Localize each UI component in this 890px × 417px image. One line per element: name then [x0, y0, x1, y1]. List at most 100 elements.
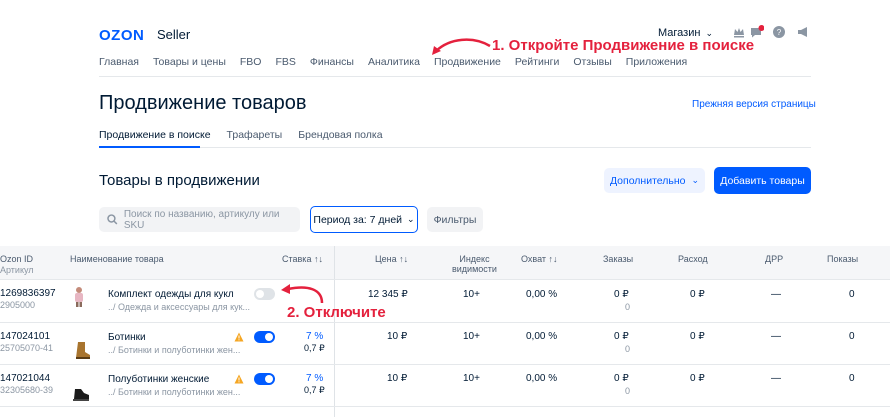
tabs: Продвижение в поиске Трафареты Брендовая… [99, 129, 383, 141]
nav-item-finance[interactable]: Финансы [310, 56, 354, 68]
megaphone-icon[interactable] [796, 25, 810, 39]
row-orders: 0 ₽ [614, 289, 629, 300]
product-thumbnail [75, 287, 83, 307]
row-shows: 0 [849, 373, 855, 384]
row-orders-count: 0 [625, 302, 631, 312]
row-price: 10 ₽ [387, 331, 408, 342]
row-reach: 0,00 % [526, 289, 558, 300]
nav-item-products[interactable]: Товары и цены [153, 56, 226, 68]
th-bid-label: Ставка [282, 254, 312, 264]
search-placeholder: Поиск по названию, артикулу или SKU [123, 208, 280, 231]
warning-icon[interactable] [234, 332, 244, 342]
tab-search-promotion[interactable]: Продвижение в поиске [99, 129, 211, 141]
row-reach: 0,00 % [526, 331, 558, 342]
row-bid-percent[interactable]: 7 % [306, 373, 323, 384]
row-bid-percent[interactable]: 7 % [306, 331, 323, 342]
th-name: Наименование товара [70, 254, 164, 264]
product-name[interactable]: Ботинки [108, 332, 146, 343]
tab-banners[interactable]: Трафареты [227, 129, 283, 141]
row-ozon-id: 147024101 [0, 331, 51, 342]
filters-button[interactable]: Фильтры [427, 207, 483, 232]
chevron-down-icon: ⌄ [407, 214, 415, 224]
row-expense: 0 ₽ [690, 373, 705, 384]
row-shows: 0 [849, 331, 855, 342]
svg-text:?: ? [777, 28, 782, 37]
column-separator [334, 246, 335, 417]
th-bid[interactable]: Ставка ↑↓ [282, 254, 323, 264]
section-title: Товары в продвижении [99, 172, 260, 189]
th-reach[interactable]: Охват ↑↓ [521, 254, 558, 264]
table-header: Ozon ID Артикул Наименование товара Став… [0, 246, 890, 279]
row-reach: 0,00 % [526, 373, 558, 384]
row-bid-rub: 0,7 ₽ [304, 385, 325, 395]
th-article: Артикул [0, 265, 34, 275]
row-visibility: 10+ [463, 373, 480, 384]
row-article: 25705070-41 [0, 343, 54, 353]
th-ozon-id: Ozon ID [0, 254, 34, 264]
nav-item-analytics[interactable]: Аналитика [368, 56, 420, 68]
row-ozon-id: 1269836397 [0, 288, 56, 299]
row-orders: 0 ₽ [614, 331, 629, 342]
prev-version-link[interactable]: Прежняя версия страницы [692, 99, 816, 110]
row-price: 12 345 ₽ [368, 289, 408, 300]
th-price[interactable]: Цена ↑↓ [375, 254, 408, 264]
th-visibility-line2: видимости [452, 264, 497, 274]
row-divider [0, 279, 890, 280]
th-drr: ДРР [765, 254, 784, 264]
annotation-arrow-2 [281, 284, 324, 304]
row-price: 10 ₽ [387, 373, 408, 384]
ozon-logo[interactable]: OZON [99, 27, 144, 44]
row-divider [0, 364, 890, 365]
page-title: Продвижение товаров [99, 92, 307, 114]
row-shows: 0 [849, 289, 855, 300]
row-ozon-id: 147021044 [0, 373, 51, 384]
product-name[interactable]: Полуботинки женские [108, 374, 209, 385]
active-tab-indicator [99, 146, 200, 148]
row-visibility: 10+ [463, 289, 480, 300]
annotation-step-1: 1. Откройте Продвижение в поиске [492, 37, 755, 54]
row-bid-rub: 0,7 ₽ [304, 343, 325, 353]
nav-item-ratings[interactable]: Рейтинги [515, 56, 559, 68]
main-nav: Главная Товары и цены FBO FBS Финансы Ан… [99, 56, 687, 68]
nav-item-reviews[interactable]: Отзывы [573, 56, 611, 68]
nav-item-apps[interactable]: Приложения [626, 56, 687, 68]
sort-icon: ↑↓ [313, 254, 323, 264]
th-visibility-line1: Индекс [459, 254, 490, 264]
row-drr: — [771, 331, 781, 342]
promotion-toggle[interactable] [254, 288, 275, 300]
th-price-label: Цена [375, 254, 397, 264]
nav-item-fbo[interactable]: FBO [240, 56, 262, 68]
row-drr: — [771, 289, 781, 300]
nav-item-fbs[interactable]: FBS [275, 56, 295, 68]
product-name[interactable]: Комплект одежды для кукл [108, 289, 234, 300]
row-orders-count: 0 [625, 386, 631, 396]
help-icon[interactable]: ? [772, 25, 786, 39]
th-visibility: Индекс видимости [452, 254, 497, 274]
add-products-button[interactable]: Добавить товары [714, 167, 811, 194]
product-category: ../ Одежда и аксессуары для кук... [108, 302, 251, 312]
row-expense: 0 ₽ [690, 331, 705, 342]
nav-divider [99, 76, 811, 77]
annotation-arrow-1 [432, 38, 491, 55]
row-orders: 0 ₽ [614, 373, 629, 384]
more-button[interactable]: Дополнительно ⌄ [604, 168, 705, 193]
product-category: ../ Ботинки и полуботинки жен... [108, 345, 241, 355]
product-thumbnail [76, 342, 90, 359]
search-input[interactable]: Поиск по названию, артикулу или SKU [99, 207, 300, 232]
chevron-down-icon: ⌄ [691, 175, 700, 185]
warning-icon[interactable] [234, 374, 244, 384]
logo-seller-label: Seller [157, 27, 191, 42]
period-label: Период за: 7 дней [313, 213, 403, 226]
product-thumbnail [73, 389, 89, 401]
tab-brand-shelf[interactable]: Брендовая полка [298, 129, 382, 141]
promotion-toggle[interactable] [254, 331, 275, 343]
th-reach-label: Охват [521, 254, 547, 264]
period-select[interactable]: Период за: 7 дней ⌄ [310, 206, 418, 233]
row-drr: — [771, 373, 781, 384]
search-icon [107, 214, 118, 225]
nav-item-home[interactable]: Главная [99, 56, 139, 68]
row-visibility: 10+ [463, 331, 480, 342]
promotion-toggle[interactable] [254, 373, 275, 385]
tabs-divider [99, 147, 811, 148]
row-article: 32305680-39 [0, 385, 54, 395]
